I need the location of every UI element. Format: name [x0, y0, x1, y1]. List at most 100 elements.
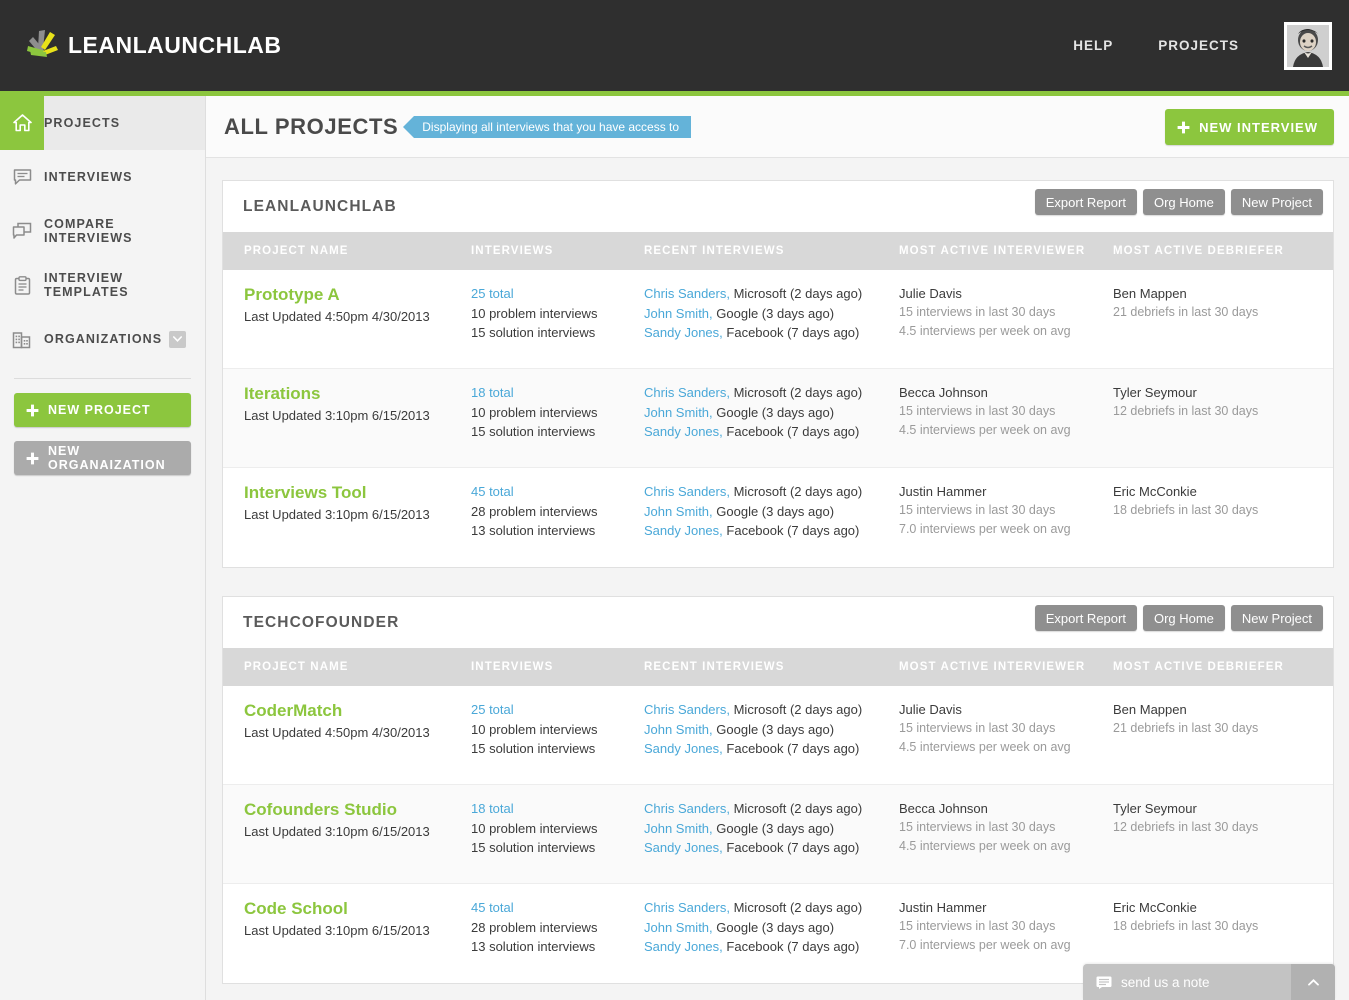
- project-name-link[interactable]: CoderMatch: [244, 700, 471, 722]
- interviewer-stat-average: 7.0 interviews per week on avg: [899, 938, 1071, 952]
- sidebar-item-label: INTERVIEWS: [44, 170, 133, 184]
- interviewee-link[interactable]: Sandy Jones,: [644, 523, 723, 538]
- plus-icon: [26, 404, 39, 417]
- interviews-total-link[interactable]: 25 total: [471, 284, 644, 304]
- sidebar: PROJECTS INTERVIEWS COMPARE INTERVIEWS I…: [0, 96, 206, 1000]
- recent-interview-entry: John Smith, Google (3 days ago): [644, 304, 899, 324]
- chevron-up-icon[interactable]: [1291, 964, 1335, 1000]
- new-project-button[interactable]: New Project: [1230, 189, 1323, 215]
- org-panel: LEANLAUNCHLAB Export Report Org Home New Pr…: [222, 180, 1334, 568]
- interviewee-link[interactable]: Sandy Jones,: [644, 424, 723, 439]
- interviewer-stat-average: 4.5 interviews per week on avg: [899, 740, 1071, 754]
- interviewee-detail: Google (3 days ago): [712, 820, 835, 836]
- interviewee-link[interactable]: John Smith,: [644, 821, 713, 836]
- interviewee-link[interactable]: John Smith,: [644, 405, 713, 420]
- sidebar-item-projects[interactable]: PROJECTS: [0, 96, 205, 150]
- col-most-active-debriefer: MOST ACTIVE DEBRIEFER: [1113, 661, 1284, 673]
- interviewee-link[interactable]: Sandy Jones,: [644, 840, 723, 855]
- recent-interview-entry: John Smith, Google (3 days ago): [644, 918, 899, 938]
- sidebar-divider: [14, 378, 191, 379]
- project-name-link[interactable]: Iterations: [244, 383, 471, 405]
- table-row: Cofounders Studio Last Updated 3:10pm 6/1…: [223, 785, 1333, 884]
- interviewee-link[interactable]: Chris Sanders,: [644, 286, 730, 301]
- interviews-total-link[interactable]: 45 total: [471, 482, 644, 502]
- project-name-link[interactable]: Prototype A: [244, 284, 471, 306]
- table-header-row: PROJECT NAME INTERVIEWS RECENT INTERVIEWS M…: [223, 648, 1333, 686]
- sidebar-item-label: INTERVIEW TEMPLATES: [44, 271, 129, 299]
- nav-link-projects[interactable]: PROJECTS: [1158, 38, 1239, 53]
- interviews-total-link[interactable]: 18 total: [471, 383, 644, 403]
- interviewee-link[interactable]: Chris Sanders,: [644, 900, 730, 915]
- interviewee-link[interactable]: John Smith,: [644, 306, 713, 321]
- interviewee-detail: Microsoft (2 days ago): [729, 900, 863, 915]
- sidebar-item-interviews[interactable]: INTERVIEWS: [0, 150, 205, 204]
- interviewee-link[interactable]: Sandy Jones,: [644, 741, 723, 756]
- interviewee-link[interactable]: John Smith,: [644, 504, 713, 519]
- recent-interview-entry: Sandy Jones, Facebook (7 days ago): [644, 521, 899, 541]
- project-name-link[interactable]: Cofounders Studio: [244, 799, 471, 821]
- interviewee-detail: Facebook (7 days ago): [722, 523, 860, 538]
- org-home-button[interactable]: Org Home: [1142, 189, 1225, 215]
- recent-interview-entry: John Smith, Google (3 days ago): [644, 502, 899, 522]
- cell-most-active-debriefer: Tyler Seymour 12 debriefs in last 30 days: [1113, 383, 1333, 467]
- org-home-button[interactable]: Org Home: [1142, 605, 1225, 631]
- interviewee-link[interactable]: Sandy Jones,: [644, 939, 723, 954]
- interviews-total-link[interactable]: 25 total: [471, 700, 644, 720]
- interviewee-link[interactable]: Chris Sanders,: [644, 702, 730, 717]
- nav-link-help[interactable]: HELP: [1073, 38, 1113, 53]
- debriefer-stat-count: 21 debriefs in last 30 days: [1113, 721, 1259, 735]
- debriefer-stat-count: 18 debriefs in last 30 days: [1113, 503, 1259, 517]
- new-organization-button[interactable]: NEW ORGANAIZATION: [14, 441, 191, 475]
- recent-interview-entry: Sandy Jones, Facebook (7 days ago): [644, 838, 899, 858]
- interviewee-link[interactable]: Chris Sanders,: [644, 484, 730, 499]
- new-project-button[interactable]: New Project: [1230, 605, 1323, 631]
- interviewee-link[interactable]: John Smith,: [644, 920, 713, 935]
- interviewee-link[interactable]: Sandy Jones,: [644, 325, 723, 340]
- col-interviews: INTERVIEWS: [471, 245, 554, 257]
- interviews-total-link[interactable]: 45 total: [471, 898, 644, 918]
- project-name-link[interactable]: Interviews Tool: [244, 482, 471, 504]
- cell-most-active-interviewer: Justin Hammer 15 interviews in last 30 da…: [899, 898, 1113, 983]
- interviewee-link[interactable]: John Smith,: [644, 722, 713, 737]
- sidebar-item-interview-templates[interactable]: INTERVIEW TEMPLATES: [0, 258, 205, 312]
- org-panel: TECHCOFOUNDER Export Report Org Home New Pr…: [222, 596, 1334, 984]
- interviewer-name: Becca Johnson: [899, 801, 988, 816]
- project-name-link[interactable]: Code School: [244, 898, 471, 920]
- interviewer-stat-average: 4.5 interviews per week on avg: [899, 324, 1071, 338]
- cell-most-active-interviewer: Becca Johnson 15 interviews in last 30 da…: [899, 383, 1113, 467]
- interviewer-name: Julie Davis: [899, 702, 962, 717]
- sidebar-item-label: COMPARE INTERVIEWS: [44, 217, 133, 245]
- interviewee-link[interactable]: Chris Sanders,: [644, 801, 730, 816]
- interviewee-detail: Google (3 days ago): [712, 919, 835, 935]
- cell-interviews: 45 total 28 problem interviews 13 solution…: [471, 482, 644, 567]
- export-report-button[interactable]: Export Report: [1034, 605, 1137, 631]
- new-organization-label: NEW ORGANAIZATION: [48, 444, 166, 472]
- top-header-bar: LEANLAUNCHLAB HELP PROJECTS: [0, 0, 1349, 91]
- org-panel-header: TECHCOFOUNDER Export Report Org Home New Pr…: [223, 597, 1333, 648]
- projects-panels: LEANLAUNCHLAB Export Report Org Home New Pr…: [206, 158, 1349, 984]
- new-project-button[interactable]: NEW PROJECT: [14, 393, 191, 427]
- interviews-total-link[interactable]: 18 total: [471, 799, 644, 819]
- interviewee-detail: Google (3 days ago): [712, 305, 835, 321]
- send-note-widget[interactable]: send us a note: [1083, 964, 1335, 1000]
- col-most-active-interviewer: MOST ACTIVE INTERVIEWER: [899, 245, 1086, 257]
- interviewee-detail: Facebook (7 days ago): [722, 939, 860, 954]
- new-project-label: NEW PROJECT: [48, 403, 151, 417]
- chevron-down-icon[interactable]: [169, 330, 187, 348]
- cell-recent-interviews: Chris Sanders, Microsoft (2 days ago) Joh…: [644, 898, 899, 983]
- export-report-button[interactable]: Export Report: [1034, 189, 1137, 215]
- sidebar-item-organizations[interactable]: ORGANIZATIONS: [0, 312, 205, 366]
- cell-most-active-debriefer: Ben Mappen 21 debriefs in last 30 days: [1113, 700, 1333, 784]
- brand-logo[interactable]: LEANLAUNCHLAB: [26, 29, 281, 63]
- new-interview-button[interactable]: NEW INTERVIEW: [1165, 109, 1334, 145]
- interviewee-link[interactable]: Chris Sanders,: [644, 385, 730, 400]
- send-note-label: send us a note: [1121, 974, 1210, 990]
- interviewee-detail: Microsoft (2 days ago): [729, 702, 863, 717]
- sidebar-item-compare-interviews[interactable]: COMPARE INTERVIEWS: [0, 204, 205, 258]
- debriefer-stat-count: 12 debriefs in last 30 days: [1113, 820, 1259, 834]
- interviewee-detail: Google (3 days ago): [712, 503, 835, 519]
- recent-interview-entry: Sandy Jones, Facebook (7 days ago): [644, 739, 899, 759]
- project-last-updated: Last Updated 4:50pm 4/30/2013: [244, 309, 430, 324]
- avatar[interactable]: [1284, 21, 1332, 70]
- interviewer-stat-count: 15 interviews in last 30 days: [899, 721, 1056, 735]
